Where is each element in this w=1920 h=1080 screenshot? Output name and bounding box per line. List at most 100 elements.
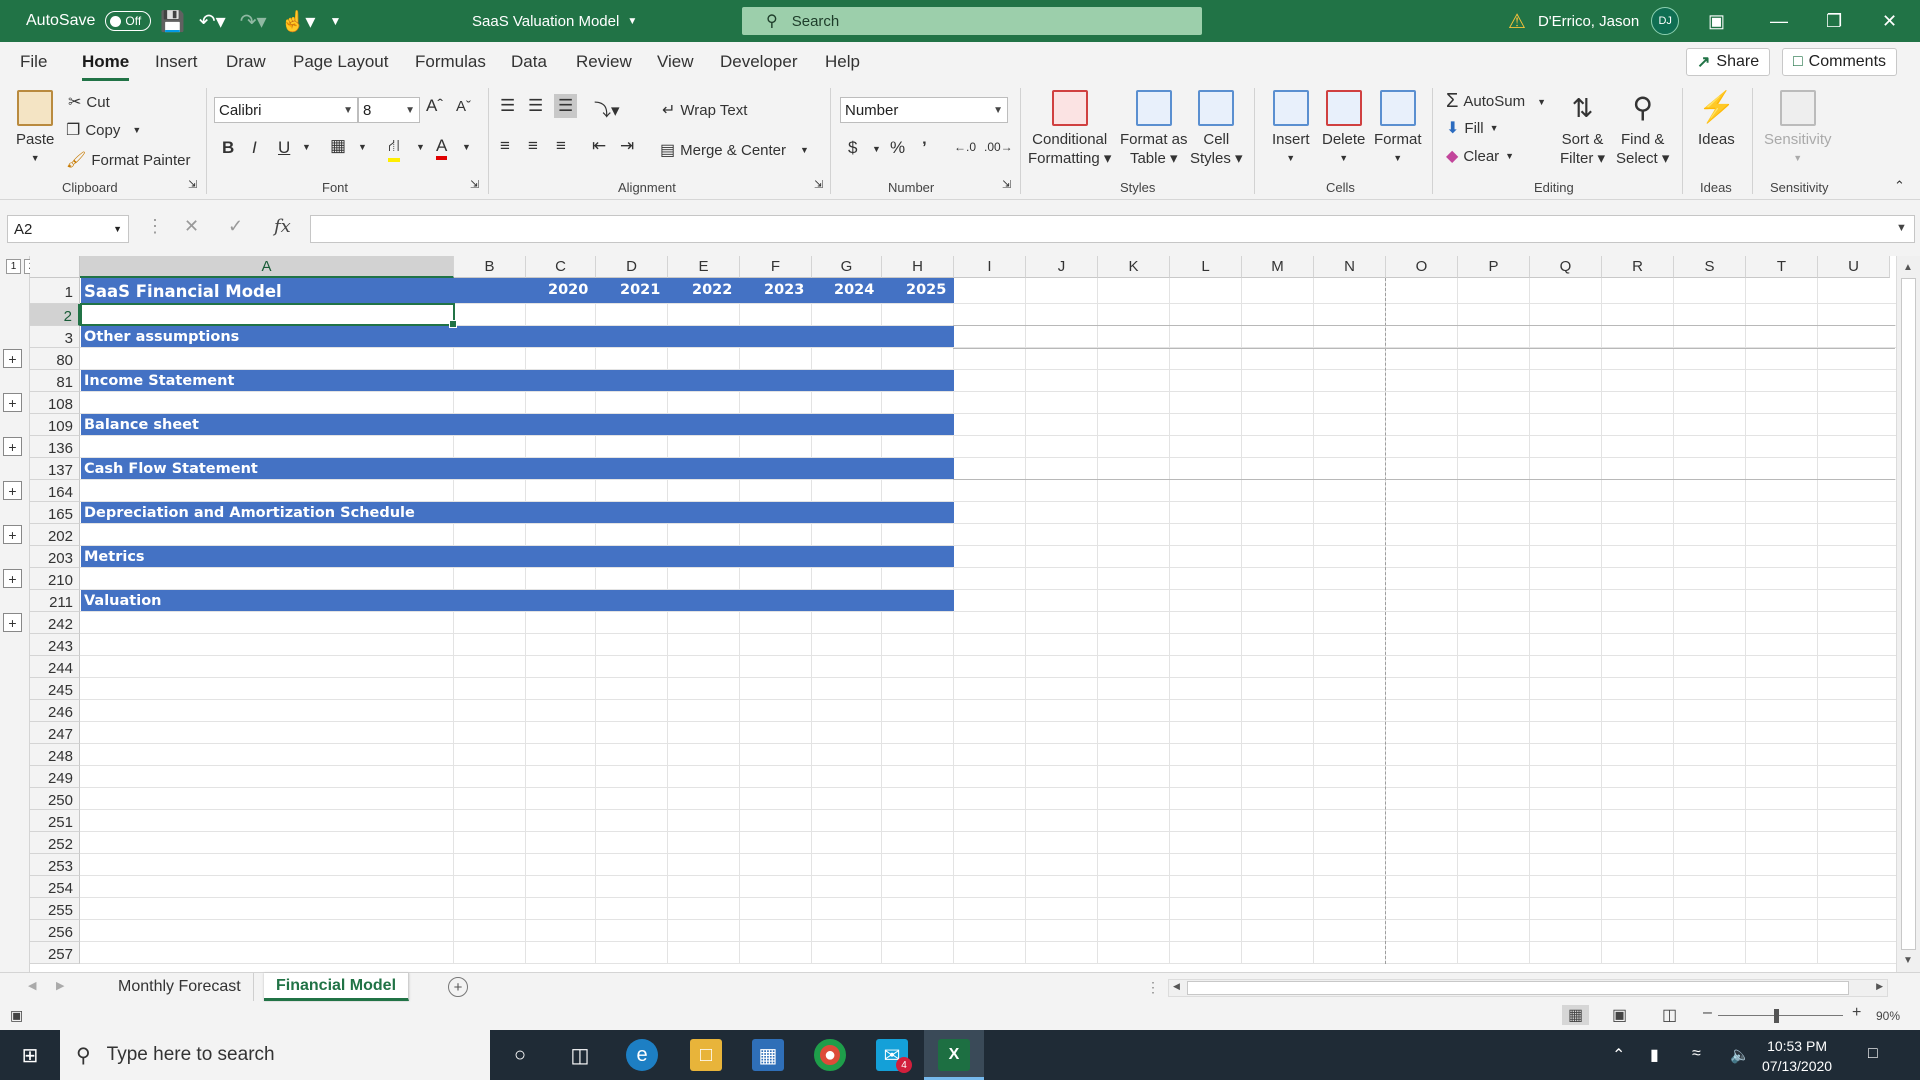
expand-group-icon[interactable]: + bbox=[3, 569, 22, 588]
row-header-211[interactable]: 211 bbox=[30, 590, 80, 612]
column-header-q[interactable]: Q bbox=[1530, 256, 1602, 278]
dialog-launcher-icon[interactable]: ⇲ bbox=[470, 178, 479, 191]
zoom-slider[interactable] bbox=[1718, 1015, 1843, 1016]
align-right-icon[interactable]: ≡ bbox=[556, 136, 566, 156]
format-painter-button[interactable]: 🖌 Format Painter bbox=[66, 150, 191, 170]
currency-icon[interactable]: $ bbox=[848, 138, 857, 158]
tab-draw[interactable]: Draw bbox=[226, 52, 266, 72]
autosave-toggle[interactable]: Off bbox=[105, 11, 152, 31]
column-header-t[interactable]: T bbox=[1746, 256, 1818, 278]
expand-formula-icon[interactable]: ▼ bbox=[1896, 222, 1907, 234]
model-title-band[interactable]: SaaS Financial Model bbox=[81, 278, 954, 303]
expand-group-icon[interactable]: + bbox=[3, 437, 22, 456]
expand-group-icon[interactable]: + bbox=[3, 393, 22, 412]
increase-decimal-icon[interactable]: ←.0 bbox=[954, 140, 976, 154]
spreadsheet-grid[interactable]: 1 2 ABCDEFGHIJKLMNOPQRSTU123808110810913… bbox=[0, 256, 1920, 972]
column-header-l[interactable]: L bbox=[1170, 256, 1242, 278]
expand-group-icon[interactable]: + bbox=[3, 349, 22, 368]
save-icon[interactable]: 💾 bbox=[160, 9, 185, 34]
bold-icon[interactable]: B bbox=[222, 138, 234, 158]
section-band[interactable]: Cash Flow Statement bbox=[81, 458, 954, 479]
align-center-icon[interactable]: ≡ bbox=[528, 136, 538, 156]
store-icon[interactable]: ▦ bbox=[752, 1039, 784, 1071]
section-band[interactable]: Valuation bbox=[81, 590, 954, 611]
section-band[interactable]: Metrics bbox=[81, 546, 954, 567]
task-view-icon[interactable]: ◫ bbox=[564, 1039, 596, 1071]
zoom-out-icon[interactable]: – bbox=[1703, 1004, 1712, 1022]
row-header-165[interactable]: 165 bbox=[30, 502, 80, 524]
ribbon-display-icon[interactable]: ▣ bbox=[1708, 0, 1725, 42]
cell-styles-button[interactable]: Cell Styles ▾ bbox=[1190, 90, 1243, 168]
sheet-tab-monthly-forecast[interactable]: Monthly Forecast bbox=[106, 973, 254, 1001]
decrease-font-icon[interactable]: Aˇ bbox=[456, 98, 471, 115]
column-header-u[interactable]: U bbox=[1818, 256, 1890, 278]
expand-group-icon[interactable]: + bbox=[3, 613, 22, 632]
collapse-ribbon-icon[interactable]: ⌃ bbox=[1894, 178, 1905, 194]
paste-button[interactable]: Paste ▼ bbox=[16, 90, 54, 168]
increase-font-icon[interactable]: Aˆ bbox=[426, 96, 443, 116]
close-icon[interactable]: ✕ bbox=[1882, 0, 1897, 42]
row-header-254[interactable]: 254 bbox=[30, 876, 80, 898]
underline-icon[interactable]: U bbox=[278, 138, 290, 158]
section-band[interactable]: Income Statement bbox=[81, 370, 954, 391]
column-header-c[interactable]: C bbox=[526, 256, 596, 278]
sensitivity-button[interactable]: Sensitivity ▼ bbox=[1764, 90, 1832, 168]
row-header-255[interactable]: 255 bbox=[30, 898, 80, 920]
name-box[interactable]: A2 ▼ bbox=[7, 215, 129, 243]
outline-level-1[interactable]: 1 bbox=[6, 259, 21, 274]
row-header-210[interactable]: 210 bbox=[30, 568, 80, 590]
borders-icon[interactable]: ▦ bbox=[330, 136, 346, 156]
fill-color-icon[interactable]: ⛙ bbox=[388, 136, 400, 162]
wrap-text-button[interactable]: ↵ Wrap Text bbox=[662, 100, 747, 120]
chevron-down-icon[interactable]: ▼ bbox=[302, 142, 311, 152]
comma-style-icon[interactable]: ’ bbox=[922, 138, 927, 158]
formula-input[interactable] bbox=[310, 215, 1915, 243]
share-button[interactable]: ↗ Share bbox=[1686, 48, 1771, 76]
column-header-s[interactable]: S bbox=[1674, 256, 1746, 278]
minimize-icon[interactable]: — bbox=[1770, 0, 1788, 42]
column-header-d[interactable]: D bbox=[596, 256, 668, 278]
row-header-244[interactable]: 244 bbox=[30, 656, 80, 678]
row-header-3[interactable]: 3 bbox=[30, 326, 80, 348]
wifi-icon[interactable]: ≈ bbox=[1692, 1045, 1701, 1063]
merge-center-button[interactable]: ▤ Merge & Center ▼ bbox=[660, 140, 809, 160]
page-break-view-icon[interactable]: ◫ bbox=[1662, 1005, 1677, 1025]
row-header-137[interactable]: 137 bbox=[30, 458, 80, 480]
find-select-button[interactable]: ⚲ Find & Select ▾ bbox=[1616, 90, 1669, 168]
tab-data[interactable]: Data bbox=[511, 52, 547, 72]
row-header-242[interactable]: 242 bbox=[30, 612, 80, 634]
customize-qat-icon[interactable]: ▼ bbox=[329, 14, 341, 28]
zoom-level[interactable]: 90% bbox=[1876, 1009, 1900, 1023]
column-header-p[interactable]: P bbox=[1458, 256, 1530, 278]
row-header-80[interactable]: 80 bbox=[30, 348, 80, 370]
horizontal-scrollbar[interactable]: ◀ ▶ bbox=[1168, 979, 1888, 997]
align-bottom-icon[interactable]: ☰ bbox=[554, 94, 578, 118]
autosum-button[interactable]: Σ AutoSum ▼ bbox=[1446, 90, 1546, 113]
align-left-icon[interactable]: ≡ bbox=[500, 136, 510, 156]
comments-button[interactable]: □ Comments bbox=[1782, 48, 1898, 76]
column-header-j[interactable]: J bbox=[1026, 256, 1098, 278]
format-as-table-button[interactable]: Format as Table ▾ bbox=[1120, 90, 1188, 168]
cortana-icon[interactable]: ○ bbox=[504, 1039, 536, 1071]
redo-icon[interactable]: ↷▾ bbox=[240, 9, 267, 34]
number-format-select[interactable]: Number ▼ bbox=[840, 97, 1008, 123]
tab-file[interactable]: File bbox=[20, 52, 47, 72]
volume-icon[interactable]: 🔈 bbox=[1730, 1045, 1750, 1065]
column-header-b[interactable]: B bbox=[454, 256, 526, 278]
row-header-81[interactable]: 81 bbox=[30, 370, 80, 392]
row-header-164[interactable]: 164 bbox=[30, 480, 80, 502]
column-header-m[interactable]: M bbox=[1242, 256, 1314, 278]
splitter-icon[interactable]: ⋮ bbox=[1146, 979, 1160, 996]
document-title[interactable]: SaaS Valuation Model ▼ bbox=[472, 0, 637, 42]
dialog-launcher-icon[interactable]: ⇲ bbox=[188, 178, 197, 191]
row-header-253[interactable]: 253 bbox=[30, 854, 80, 876]
tab-insert[interactable]: Insert bbox=[155, 52, 198, 72]
row-header-2[interactable]: 2 bbox=[30, 304, 80, 326]
macro-record-icon[interactable]: ▣ bbox=[10, 1007, 23, 1024]
column-header-r[interactable]: R bbox=[1602, 256, 1674, 278]
tab-help[interactable]: Help bbox=[825, 52, 860, 72]
tab-formulas[interactable]: Formulas bbox=[415, 52, 486, 72]
percent-icon[interactable]: % bbox=[890, 138, 905, 158]
prev-sheet-icon[interactable]: ◀ bbox=[28, 979, 36, 992]
touch-mode-icon[interactable]: ☝▾ bbox=[281, 9, 316, 34]
